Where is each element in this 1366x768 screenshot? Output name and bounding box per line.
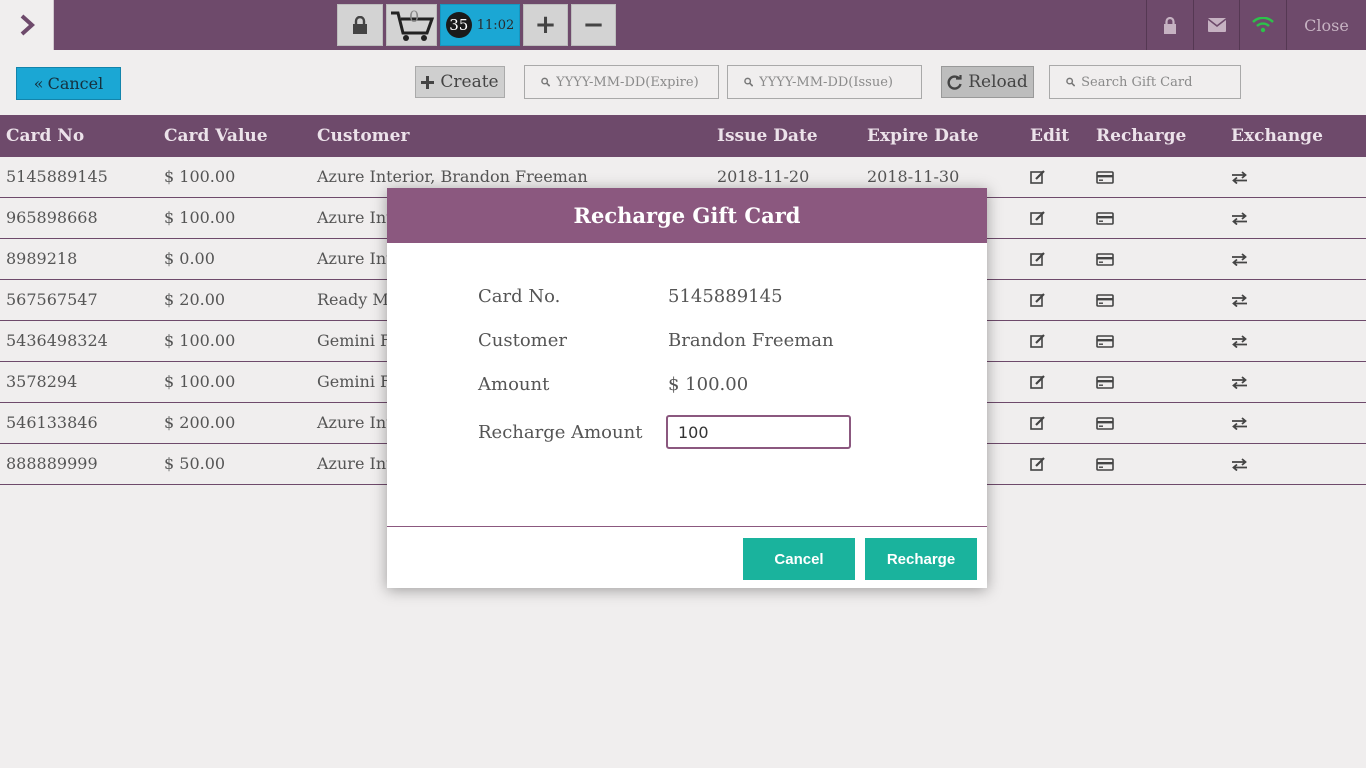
card-no-value: 5145889145	[668, 286, 783, 307]
customer-label: Customer	[478, 330, 567, 351]
recharge-gift-card-dialog: Recharge Gift Card Card No. 5145889145 C…	[387, 188, 987, 588]
card-no-label: Card No.	[478, 286, 561, 307]
recharge-amount-input[interactable]	[666, 415, 851, 449]
dialog-cancel-button[interactable]: Cancel	[743, 538, 855, 580]
dialog-title: Recharge Gift Card	[387, 188, 987, 243]
recharge-amount-label: Recharge Amount	[478, 422, 643, 443]
customer-value: Brandon Freeman	[668, 330, 834, 351]
amount-label: Amount	[478, 374, 550, 395]
amount-value: $ 100.00	[668, 374, 749, 395]
dialog-footer-divider	[387, 526, 987, 527]
dialog-recharge-button[interactable]: Recharge	[865, 538, 977, 580]
